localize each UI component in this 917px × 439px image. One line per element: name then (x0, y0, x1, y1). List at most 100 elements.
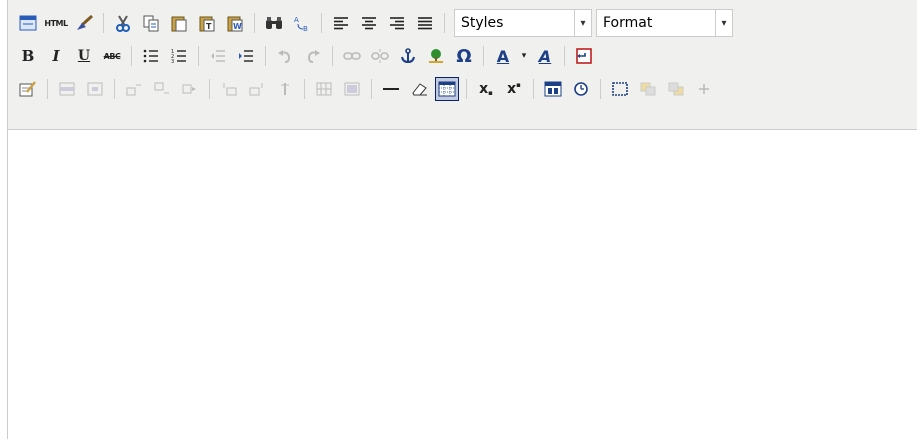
horizontal-rule-icon (383, 88, 399, 90)
align-right-button[interactable] (385, 11, 409, 35)
table-row-props-button[interactable] (55, 77, 79, 101)
copy-icon (143, 15, 159, 32)
italic-button[interactable]: I (44, 44, 68, 68)
bullet-list-button[interactable] (139, 44, 163, 68)
move-backward-button[interactable] (664, 77, 688, 101)
window-icon (19, 15, 37, 31)
copy-button[interactable] (139, 11, 163, 35)
toolbar-separator (371, 79, 372, 99)
undo-icon (278, 50, 291, 63)
insert-date-button[interactable] (541, 77, 565, 101)
styles-select[interactable]: Styles ▾ (454, 9, 592, 37)
special-char-button[interactable]: Ω (452, 44, 476, 68)
unlink-button[interactable] (368, 44, 392, 68)
align-center-button[interactable] (357, 11, 381, 35)
eraser-icon (412, 83, 427, 96)
toolbar-separator (304, 79, 305, 99)
cleanup-button[interactable] (72, 11, 96, 35)
svg-text:3: 3 (171, 59, 174, 63)
find-button[interactable] (262, 11, 286, 35)
remove-format-button[interactable] (407, 77, 431, 101)
cut-button[interactable] (111, 11, 135, 35)
toolbar-separator (47, 79, 48, 99)
align-justify-icon (418, 17, 432, 30)
split-cells-button[interactable] (312, 77, 336, 101)
outdent-button[interactable] (206, 44, 230, 68)
undo-button[interactable] (273, 44, 297, 68)
broom-icon (77, 14, 94, 30)
text-color-button[interactable]: A (491, 44, 515, 68)
horizontal-rule-button[interactable] (379, 77, 403, 101)
insert-col-before-button[interactable] (217, 77, 241, 101)
align-right-icon (390, 17, 404, 30)
edit-style-icon (19, 81, 36, 97)
superscript-button[interactable]: x ▪ (502, 77, 526, 101)
insert-row-after-button[interactable] (150, 77, 174, 101)
format-select-value: Format (603, 15, 653, 31)
absolute-position-button[interactable] (692, 77, 716, 101)
table-cell-icon (87, 82, 103, 96)
replace-button[interactable]: AB (290, 11, 314, 35)
background-color-button[interactable]: A (533, 44, 557, 68)
table-cell-props-button[interactable] (83, 77, 107, 101)
layer-box-icon (612, 82, 628, 96)
align-justify-button[interactable] (413, 11, 437, 35)
binoculars-icon (266, 17, 282, 29)
toolbar-separator (321, 13, 322, 33)
subscript-button[interactable]: x ▪ (474, 77, 498, 101)
delete-col-icon (281, 83, 289, 95)
paste-word-button[interactable]: W (223, 11, 247, 35)
toolbar-row-2: B I U ABC 123 Ω A ▾ A (8, 41, 917, 71)
editor-toolbar: HTML T W AB Styles ▾ Format ▾ B I U ABC … (8, 0, 917, 130)
row-after-icon (154, 82, 169, 94)
superscript-mark-icon: ▪ (516, 81, 521, 89)
delete-col-button[interactable] (273, 77, 297, 101)
merge-cells-button[interactable] (340, 77, 364, 101)
chevron-down-icon[interactable]: ▾ (574, 10, 591, 36)
delete-row-button[interactable] (178, 77, 202, 101)
col-before-icon (223, 83, 237, 96)
svg-text:W: W (233, 22, 242, 31)
subscript-x: x (479, 81, 489, 97)
editor-content-area[interactable] (8, 130, 917, 438)
link-button[interactable] (340, 44, 364, 68)
subscript-mark-icon: ▪ (488, 89, 493, 97)
calendar-icon (544, 81, 562, 97)
toolbar-separator (332, 46, 333, 66)
indent-button[interactable] (234, 44, 258, 68)
format-select[interactable]: Format ▾ (596, 9, 733, 37)
toolbar-separator (483, 46, 484, 66)
paste-button[interactable] (167, 11, 191, 35)
html-source-button[interactable]: HTML (44, 11, 68, 35)
fullscreen-button[interactable] (16, 11, 40, 35)
toolbar-separator (265, 46, 266, 66)
clipboard-icon (171, 16, 187, 32)
insert-row-before-button[interactable] (122, 77, 146, 101)
clock-icon (574, 82, 588, 96)
underline-button[interactable]: U (72, 44, 96, 68)
align-left-button[interactable] (329, 11, 353, 35)
move-forward-button[interactable] (636, 77, 660, 101)
superscript-x: x (507, 81, 517, 97)
numbered-list-button[interactable]: 123 (167, 44, 191, 68)
image-button[interactable] (424, 44, 448, 68)
indent-icon (239, 50, 253, 62)
rich-text-editor: HTML T W AB Styles ▾ Format ▾ B I U ABC … (7, 0, 917, 439)
bold-button[interactable]: B (16, 44, 40, 68)
toolbar-separator (114, 79, 115, 99)
chevron-down-icon[interactable]: ▾ (715, 10, 732, 36)
align-left-icon (334, 17, 348, 30)
insert-col-after-button[interactable] (245, 77, 269, 101)
insert-page-break-button[interactable] (572, 44, 596, 68)
absolute-position-icon (699, 84, 709, 94)
visual-aid-button[interactable] (435, 77, 459, 101)
strikethrough-button[interactable]: ABC (100, 44, 124, 68)
anchor-button[interactable] (396, 44, 420, 68)
svg-text:T: T (206, 22, 212, 31)
paste-text-button[interactable]: T (195, 11, 219, 35)
redo-button[interactable] (301, 44, 325, 68)
insert-layer-button[interactable] (608, 77, 632, 101)
text-color-dropdown[interactable]: ▾ (519, 44, 529, 68)
insert-time-button[interactable] (569, 77, 593, 101)
edit-css-button[interactable] (16, 77, 40, 101)
